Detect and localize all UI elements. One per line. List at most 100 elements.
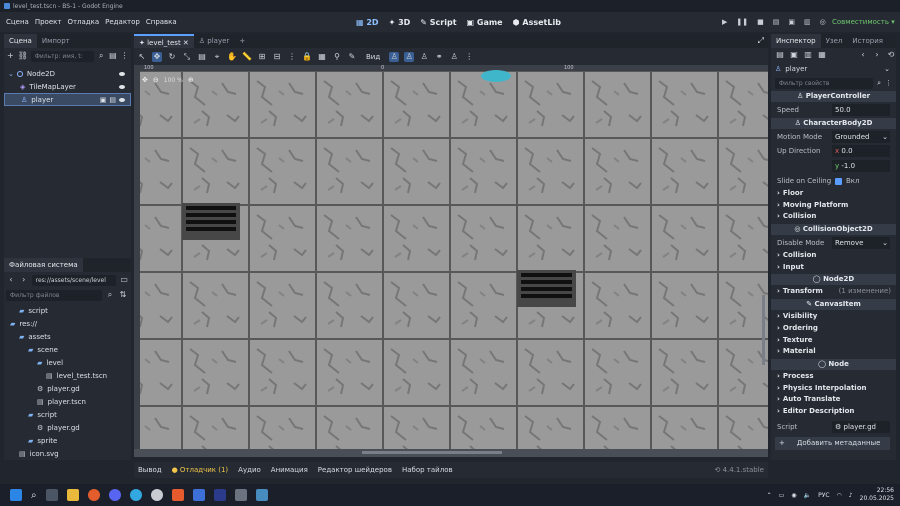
lock-icon[interactable]: 🔒 <box>302 52 312 62</box>
property-group[interactable]: › Process <box>771 371 896 383</box>
tab-audio[interactable]: Аудио <box>238 466 261 474</box>
pause-icon[interactable]: ❚❚ <box>736 18 748 26</box>
up-y-input[interactable]: y -1.0 <box>832 160 890 172</box>
rotate-tool-icon[interactable]: ↻ <box>167 52 177 62</box>
section-collisionobject2d[interactable]: ◎ CollisionObject2D <box>771 224 896 236</box>
firefox-icon[interactable] <box>87 489 100 501</box>
movie-icon[interactable]: ◎ <box>820 18 826 26</box>
fs-item[interactable]: ▰ sprite <box>4 434 131 447</box>
visibility-icon[interactable] <box>119 71 125 76</box>
tab-node[interactable]: Узел <box>821 34 848 48</box>
speed-input[interactable]: 50.0 <box>832 104 890 116</box>
tray-chevron-icon[interactable]: ⌃ <box>767 492 772 499</box>
tab-tileset[interactable]: Набор тайлов <box>402 466 453 474</box>
menu-debug[interactable]: Отладка <box>67 18 99 26</box>
workspace-2d[interactable]: ▦ 2D <box>356 18 379 27</box>
key-scale-icon[interactable]: ♙ <box>419 52 429 62</box>
taskview-icon[interactable] <box>45 489 58 501</box>
play-custom-icon[interactable]: ▥ <box>804 18 811 26</box>
back-icon[interactable]: ‹ <box>6 275 16 285</box>
fs-item[interactable]: ⚙ player.gd <box>4 382 131 395</box>
tab-history[interactable]: История <box>847 34 888 48</box>
tab-debugger[interactable]: ● Отладчик (1) <box>172 466 229 474</box>
key-link-icon[interactable]: ⚭ <box>434 52 444 62</box>
calculator-icon[interactable] <box>234 489 247 501</box>
wifi-icon[interactable]: ◠ <box>837 492 842 499</box>
fs-item[interactable]: ▰ level <box>4 356 131 369</box>
property-group[interactable]: › Texture <box>771 335 896 347</box>
search-icon[interactable]: ⌕ <box>105 290 115 300</box>
split-view-icon[interactable]: ▭ <box>119 275 129 285</box>
app-icon[interactable] <box>171 489 184 501</box>
link-icon[interactable]: ⛓ <box>18 51 28 61</box>
slide-toggle[interactable]: Вкл <box>835 177 860 185</box>
property-group[interactable]: › Auto Translate <box>771 394 896 406</box>
add-node-icon[interactable]: + <box>6 51 15 61</box>
property-filter-input[interactable]: Фильтр свойств <box>775 77 874 89</box>
property-group[interactable]: › Collision <box>771 211 896 223</box>
add-metadata-button[interactable]: + Добавить метаданные <box>775 436 890 450</box>
tree-node-player[interactable]: ♙ player ▣ ▤ <box>4 93 131 106</box>
tab-scene[interactable]: Сцена <box>4 34 37 48</box>
property-group[interactable]: › Collision <box>771 250 896 262</box>
godot-icon[interactable] <box>255 489 268 501</box>
forward-icon[interactable]: › <box>19 275 29 285</box>
workspace-3d[interactable]: ✦ 3D <box>389 18 411 27</box>
play-scene-icon[interactable]: ▣ <box>788 18 795 26</box>
selectable-icon[interactable]: ▤ <box>197 52 207 62</box>
tab-output[interactable]: Вывод <box>138 466 162 474</box>
vertical-scrollbar[interactable] <box>762 295 765 365</box>
clock[interactable]: 22:56 20.05.2025 <box>860 487 894 503</box>
visibility-icon[interactable] <box>119 97 125 102</box>
open-scene-icon[interactable]: ▣ <box>100 96 107 104</box>
property-group[interactable]: › Ordering <box>771 323 896 335</box>
discord-icon[interactable] <box>108 489 121 501</box>
fs-item[interactable]: ▰ script <box>4 408 131 421</box>
search-icon[interactable]: ⌕ <box>31 490 37 501</box>
player-sprite[interactable] <box>481 70 511 82</box>
ruler-tool-icon[interactable]: 📏 <box>242 52 252 62</box>
move-tool-icon[interactable]: ✥ <box>152 51 162 62</box>
tree-node-node2d[interactable]: ⌄ Node2D <box>4 67 131 80</box>
up-x-input[interactable]: x 0.0 <box>832 145 890 157</box>
zoom-out-icon[interactable]: ⊖ <box>153 76 159 84</box>
fs-item[interactable]: ▰ scene <box>4 343 131 356</box>
tree-node-tilemaplayer[interactable]: ◈ TileMapLayer <box>4 80 131 93</box>
save-resource-icon[interactable]: ▥ <box>803 50 813 60</box>
fs-item[interactable]: ▰ assets <box>4 330 131 343</box>
property-group[interactable]: › Editor Description <box>771 406 896 418</box>
grid-icon[interactable]: ⊟ <box>272 52 282 62</box>
language-indicator[interactable]: РУС <box>818 492 829 499</box>
start-icon[interactable] <box>10 489 22 501</box>
more-icon[interactable]: ⋮ <box>120 51 129 61</box>
vim-icon[interactable] <box>213 489 226 501</box>
fs-item[interactable]: ⚙ player.gd <box>4 421 131 434</box>
select-tool-icon[interactable]: ↖ <box>137 52 147 62</box>
section-characterbody2d[interactable]: ♙ CharacterBody2D <box>771 118 896 129</box>
extra-options-icon[interactable]: ▦ <box>817 50 827 60</box>
object-selector[interactable]: ♙ player ⌄ <box>771 62 896 76</box>
visibility-icon[interactable] <box>119 84 125 89</box>
menu-editor[interactable]: Редактор <box>105 18 140 26</box>
load-resource-icon[interactable]: ▣ <box>789 50 799 60</box>
key-position-icon[interactable]: ♙ <box>389 51 400 62</box>
renderer-select[interactable]: Совместимость ▾ <box>832 12 895 32</box>
property-group[interactable]: › Material <box>771 346 896 358</box>
motion-mode-select[interactable]: Grounded ⌄ <box>832 131 890 143</box>
section-node[interactable]: ◯ Node <box>771 358 896 370</box>
steam-icon[interactable] <box>150 489 163 501</box>
pan-tool-icon[interactable]: ✋ <box>227 52 237 62</box>
more-icon[interactable]: ⋮ <box>885 79 892 87</box>
section-player-controller[interactable]: ♙ PlayerController <box>771 91 896 102</box>
script-resource[interactable]: ⚙ player.gd <box>832 420 890 433</box>
skeleton-icon[interactable]: ✎ <box>347 52 357 62</box>
script-icon[interactable]: ▤ <box>109 96 116 104</box>
tab-filesystem[interactable]: Файловая система <box>4 258 83 272</box>
stop-icon[interactable]: ■ <box>757 18 764 26</box>
tab-animation[interactable]: Анимация <box>271 466 308 474</box>
property-group[interactable]: › Visibility <box>771 311 896 323</box>
insert-key-icon[interactable]: ♙ <box>449 52 459 62</box>
workspace-assetlib[interactable]: ⬢ AssetLib <box>513 18 561 27</box>
new-resource-icon[interactable]: ▤ <box>775 50 785 60</box>
snap-icon[interactable]: ⊞ <box>257 52 267 62</box>
